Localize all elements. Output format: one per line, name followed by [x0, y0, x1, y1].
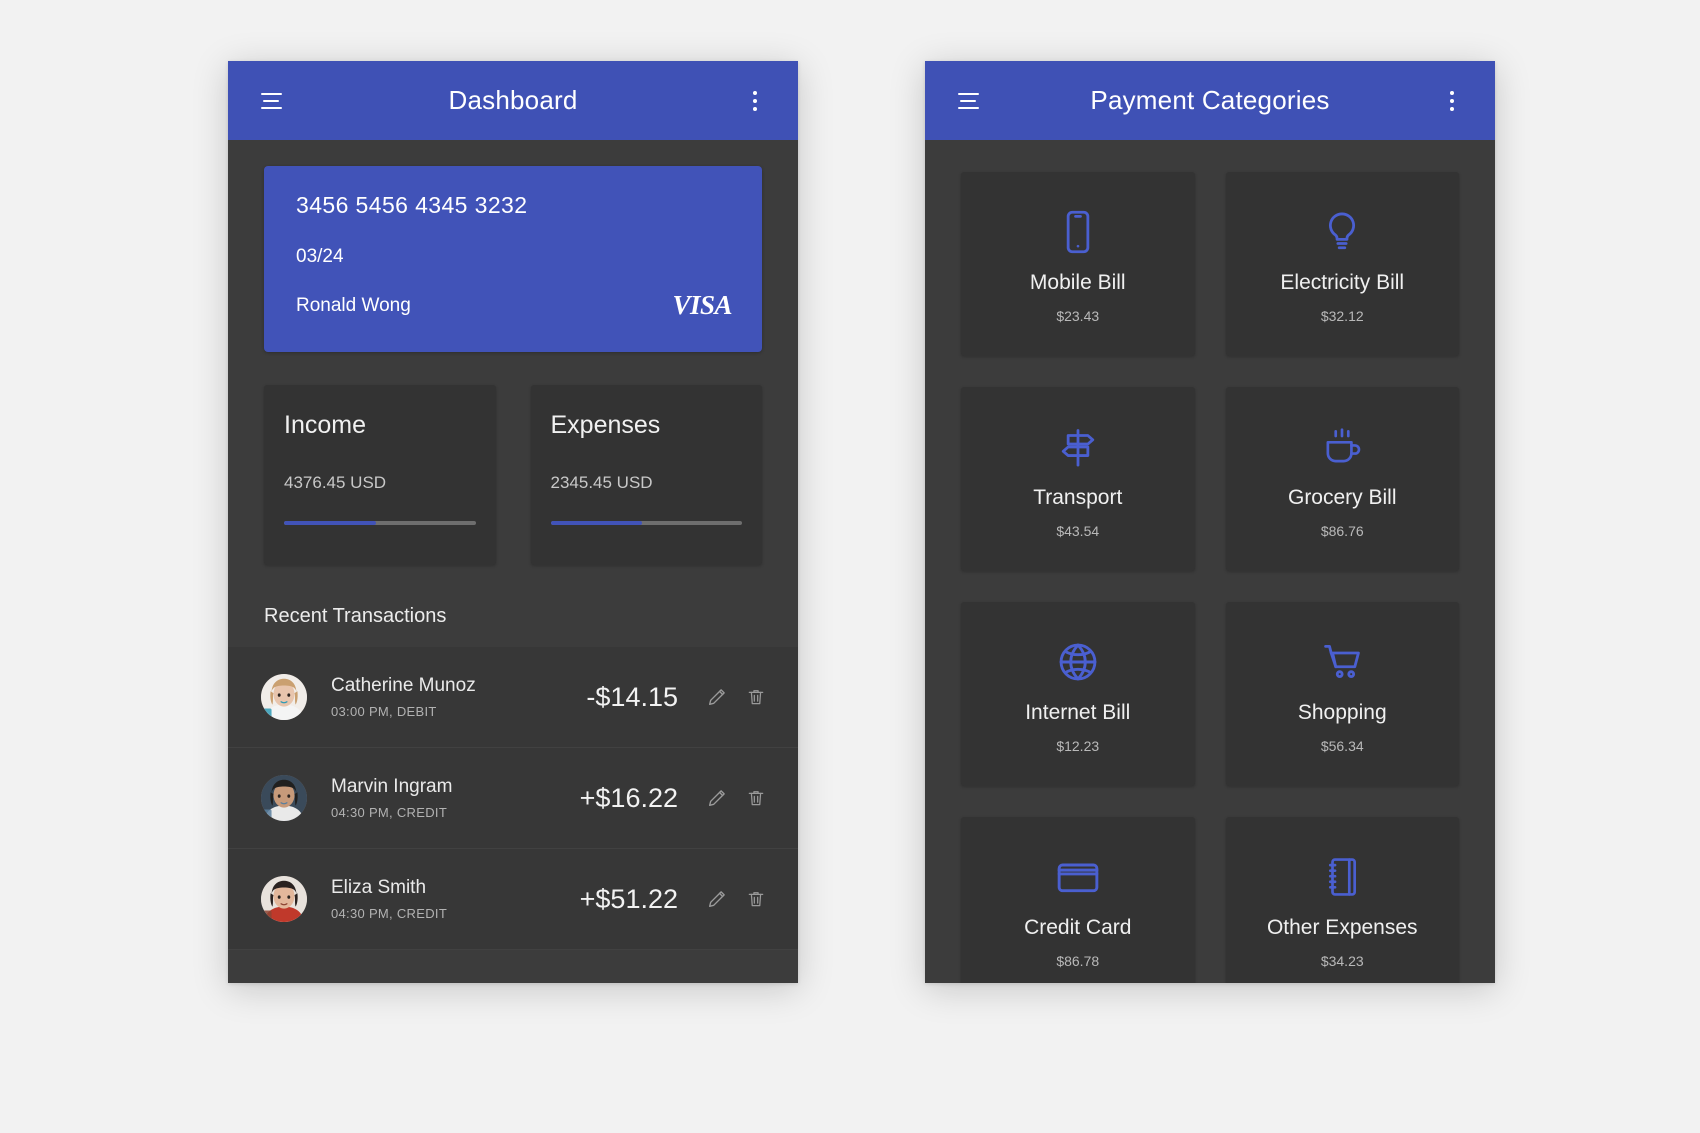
categories-body: Mobile Bill $23.43 Electricity Bill $32.12 T…	[925, 140, 1495, 983]
category-tile-other-expenses[interactable]: Other Expenses $34.23	[1225, 817, 1459, 983]
shopping-cart-icon	[1319, 635, 1365, 689]
kebab-menu-icon[interactable]	[734, 80, 776, 122]
category-price: $32.12	[1320, 307, 1364, 324]
transaction-info: Catherine Munoz 03:00 PM, DEBIT	[331, 675, 528, 719]
category-price: $86.78	[1056, 952, 1100, 969]
avatar	[261, 876, 307, 922]
recent-transactions-title: Recent Transactions	[264, 605, 447, 627]
category-label: Grocery Bill	[1287, 485, 1397, 509]
transaction-info: Marvin Ingram 04:30 PM, CREDIT	[331, 776, 528, 820]
transaction-meta: 04:30 PM, CREDIT	[331, 805, 448, 820]
page-title: Payment Categories	[1090, 85, 1330, 115]
category-tile-shopping[interactable]: Shopping $56.34	[1225, 602, 1459, 786]
dashboard-body: 3456 5456 4345 3232 03/24 Ronald Wong VI…	[228, 140, 798, 983]
category-tile-credit-card[interactable]: Credit Card $86.78	[961, 817, 1195, 983]
transaction-name: Marvin Ingram	[331, 776, 453, 797]
income-progress-fill	[284, 521, 376, 525]
expenses-card[interactable]: Expenses 2345.45 USD	[530, 385, 762, 565]
expenses-title: Expenses	[550, 411, 661, 439]
transaction-meta: 03:00 PM, DEBIT	[331, 704, 437, 719]
page-title: Dashboard	[448, 85, 578, 115]
category-price: $56.34	[1320, 737, 1364, 754]
income-value: 4376.45 USD	[284, 473, 387, 492]
table-row[interactable]: Marvin Ingram 04:30 PM, CREDIT +$16.22	[228, 748, 798, 849]
pencil-icon[interactable]	[706, 888, 728, 910]
card-number: 3456 5456 4345 3232	[296, 192, 528, 218]
category-price: $34.23	[1320, 952, 1364, 969]
credit-card-wrap: 3456 5456 4345 3232 03/24 Ronald Wong VI…	[228, 140, 798, 352]
expenses-value: 2345.45 USD	[550, 473, 653, 492]
category-tile-transport[interactable]: Transport $43.54	[961, 387, 1195, 571]
coffee-cup-icon	[1320, 420, 1364, 474]
category-tile-internet-bill[interactable]: Internet Bill $12.23	[961, 602, 1195, 786]
credit-card-icon	[1054, 850, 1102, 904]
transaction-name: Eliza Smith	[331, 877, 427, 898]
trash-icon[interactable]	[746, 888, 766, 910]
light-bulb-icon	[1321, 205, 1363, 259]
category-price: $12.23	[1056, 737, 1100, 754]
category-tile-mobile-bill[interactable]: Mobile Bill $23.43	[961, 172, 1195, 356]
hamburger-icon[interactable]	[250, 80, 292, 122]
transaction-actions	[706, 787, 766, 809]
pencil-icon[interactable]	[706, 686, 728, 708]
globe-icon	[1056, 635, 1100, 689]
category-label: Credit Card	[1024, 915, 1132, 939]
screenshot-stage: Dashboard 3456 5456 4345 3232 03/24 Rona…	[0, 0, 1700, 1133]
categories-appbar: Payment Categories	[925, 61, 1495, 140]
income-progress-track	[284, 521, 476, 525]
card-holder-name: Ronald Wong	[296, 295, 411, 316]
dashboard-appbar: Dashboard	[228, 61, 798, 140]
category-label: Mobile Bill	[1029, 270, 1126, 294]
category-price: $43.54	[1056, 522, 1100, 539]
category-price: $23.43	[1056, 307, 1100, 324]
expenses-progress-track	[550, 521, 742, 525]
transaction-meta: 04:30 PM, CREDIT	[331, 906, 448, 921]
transactions-list: Catherine Munoz 03:00 PM, DEBIT -$14.15 Mar…	[228, 647, 798, 950]
credit-card[interactable]: 3456 5456 4345 3232 03/24 Ronald Wong VI…	[264, 166, 762, 352]
expenses-progress-fill	[550, 521, 643, 525]
avatar	[261, 775, 307, 821]
category-label: Internet Bill	[1025, 700, 1131, 724]
income-card[interactable]: Income 4376.45 USD	[264, 385, 496, 565]
signpost-icon	[1055, 420, 1101, 474]
stats-row: Income 4376.45 USD Expenses 2345.45 USD	[228, 352, 798, 565]
kebab-menu-icon[interactable]	[1431, 80, 1473, 122]
payment-categories-screen: Payment Categories Mobile Bill $23.43 Elec…	[925, 61, 1495, 983]
category-label: Transport	[1033, 485, 1123, 509]
table-row[interactable]: Eliza Smith 04:30 PM, CREDIT +$51.22	[228, 849, 798, 950]
dashboard-screen: Dashboard 3456 5456 4345 3232 03/24 Rona…	[228, 61, 798, 983]
hamburger-icon[interactable]	[947, 80, 989, 122]
transaction-actions	[706, 888, 766, 910]
income-title: Income	[284, 411, 366, 439]
card-expiry: 03/24	[296, 246, 344, 267]
category-price: $86.76	[1320, 522, 1364, 539]
trash-icon[interactable]	[746, 787, 766, 809]
category-tile-grocery-bill[interactable]: Grocery Bill $86.76	[1225, 387, 1459, 571]
avatar	[261, 674, 307, 720]
transaction-amount: +$51.22	[579, 883, 678, 914]
visa-logo-icon: VISA	[672, 290, 732, 320]
trash-icon[interactable]	[746, 686, 766, 708]
category-label: Other Expenses	[1266, 915, 1418, 939]
mobile-phone-icon	[1058, 205, 1098, 259]
categories-grid: Mobile Bill $23.43 Electricity Bill $32.12 T…	[925, 140, 1495, 983]
category-tile-electricity-bill[interactable]: Electricity Bill $32.12	[1225, 172, 1459, 356]
pencil-icon[interactable]	[706, 787, 728, 809]
category-label: Electricity Bill	[1280, 270, 1405, 294]
transaction-actions	[706, 686, 766, 708]
transaction-amount: -$14.15	[586, 681, 678, 712]
category-label: Shopping	[1297, 700, 1387, 724]
notebook-icon	[1323, 850, 1361, 904]
transaction-info: Eliza Smith 04:30 PM, CREDIT	[331, 877, 528, 921]
transaction-amount: +$16.22	[579, 782, 678, 813]
table-row[interactable]: Catherine Munoz 03:00 PM, DEBIT -$14.15	[228, 647, 798, 748]
transaction-name: Catherine Munoz	[331, 675, 476, 696]
